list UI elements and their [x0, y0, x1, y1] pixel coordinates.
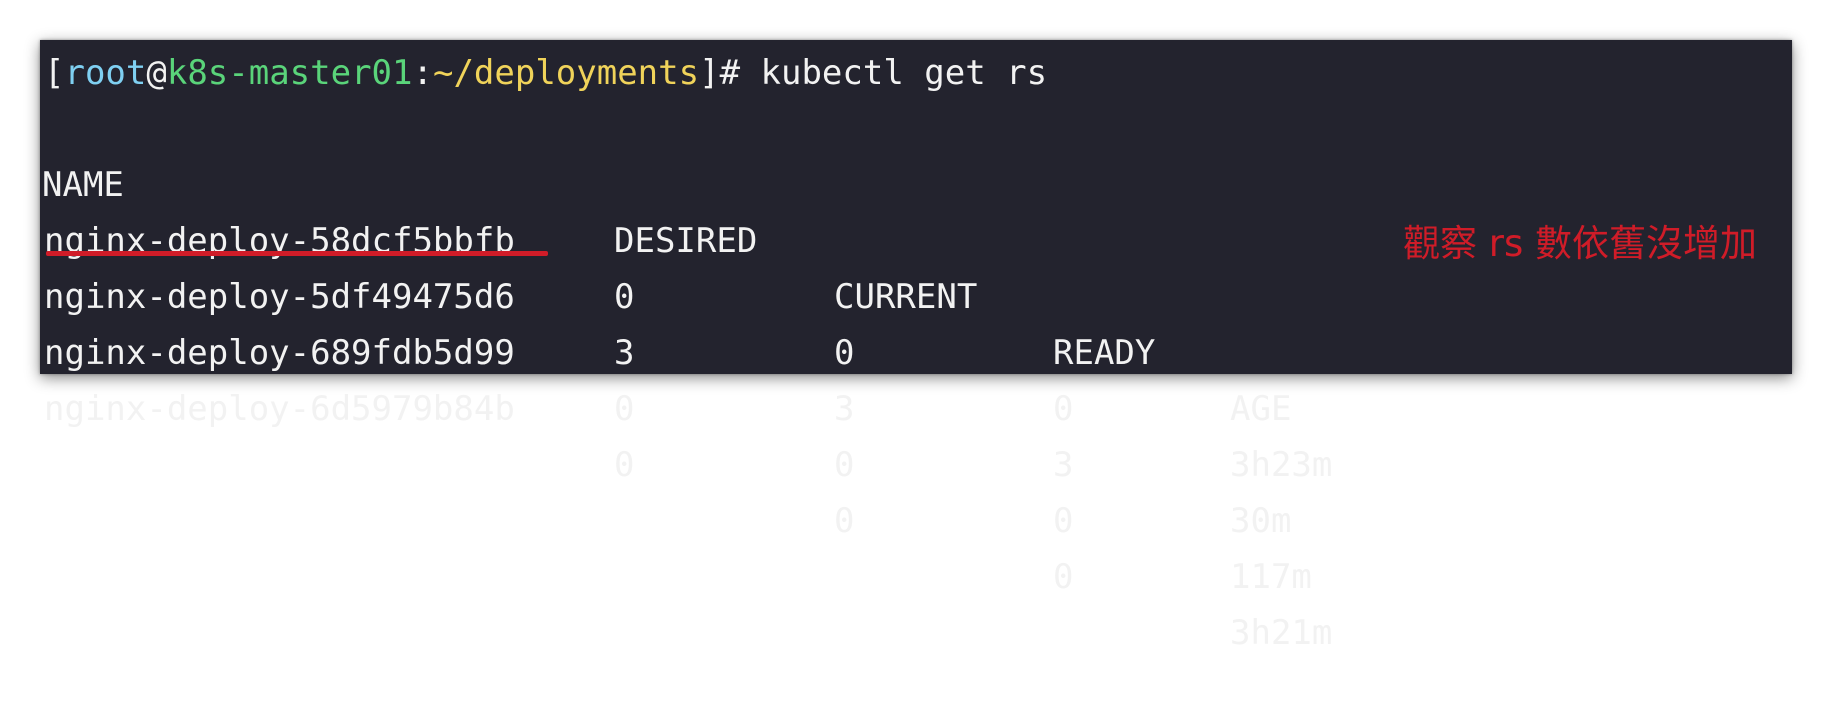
rs-desired: 0 [614, 445, 635, 485]
rs-current: 0 [834, 445, 855, 485]
command-prompt-line: [root@k8s-master01:~/deployments]# kubec… [44, 45, 1047, 101]
command-text: kubectl get rs [740, 53, 1048, 93]
rs-age: 117m [1230, 557, 1312, 597]
prompt-colon: : [412, 53, 433, 93]
table-row: nginx-deploy-6d5979b84b 0 0 0 3h21m [40, 325, 1792, 653]
rs-desired: 0 [614, 389, 635, 429]
rs-ready: 3 [1053, 445, 1074, 485]
table-header-row: NAME DESIRED CURRENT READY AGE [40, 101, 1792, 429]
rs-ready: 0 [1053, 557, 1074, 597]
highlight-underline [46, 251, 548, 256]
prompt-close-bracket-hash: ]# [699, 53, 741, 93]
table-row: nginx-deploy-689fdb5d99 0 0 0 117m [40, 269, 1792, 597]
prompt-open-bracket: [ [44, 53, 65, 93]
rs-current: 3 [834, 389, 855, 429]
rs-ready: 0 [1053, 389, 1074, 429]
rs-ready: 0 [1053, 501, 1074, 541]
rs-name: nginx-deploy-6d5979b84b [44, 389, 515, 429]
header-age: AGE [1230, 389, 1292, 429]
table-row: nginx-deploy-58dcf5bbfb 0 0 0 3h23m [40, 157, 1792, 485]
terminal-output: [root@k8s-master01:~/deployments]# kubec… [40, 40, 1792, 653]
rs-age: 30m [1230, 501, 1292, 541]
terminal-window: [root@k8s-master01:~/deployments]# kubec… [40, 40, 1792, 653]
rs-age: 3h23m [1230, 445, 1333, 485]
rs-current: 0 [834, 501, 855, 541]
prompt-user: root [64, 53, 147, 93]
rs-age: 3h21m [1230, 613, 1333, 653]
prompt-host: k8s-master01 [166, 53, 413, 93]
prompt-at: @ [146, 53, 167, 93]
annotation-note: 觀察 rs 數依舊沒增加 [1403, 222, 1758, 265]
prompt-path: ~/deployments [432, 53, 700, 93]
